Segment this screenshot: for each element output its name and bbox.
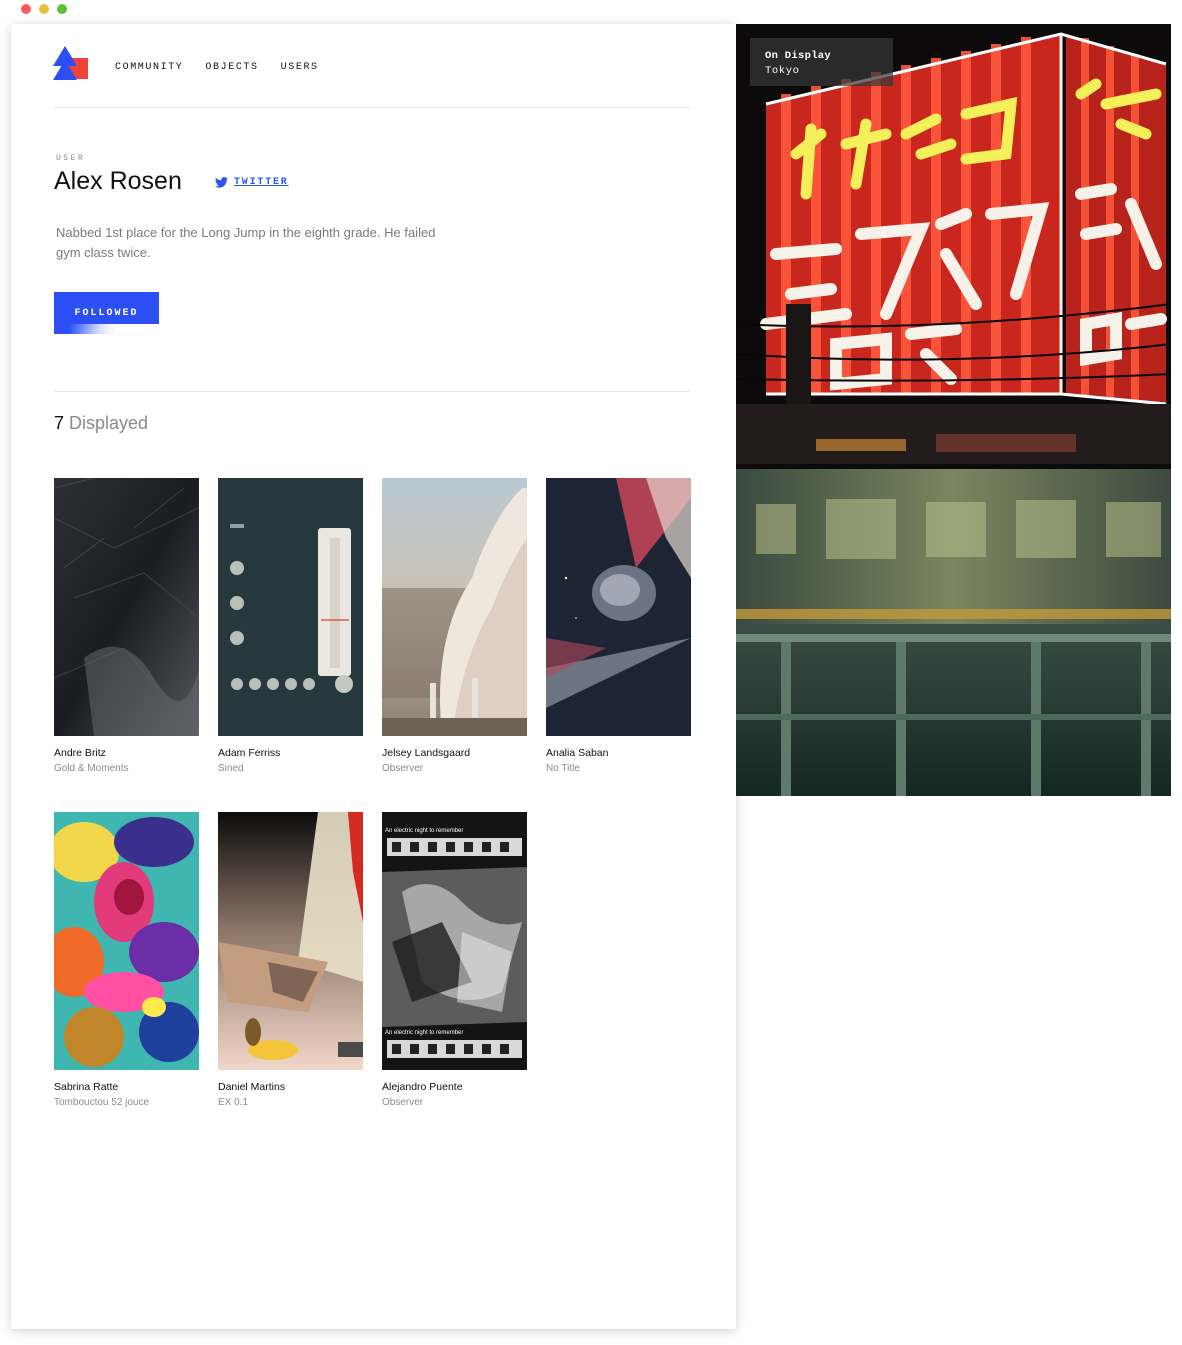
artwork-card[interactable]: Adam Ferriss Sined: [218, 478, 363, 774]
twitter-label: TWITTER: [234, 177, 289, 188]
artist-name: Jelsey Landsgaard: [382, 747, 471, 759]
artwork-thumbnail[interactable]: [382, 478, 527, 736]
twitter-link[interactable]: TWITTER: [215, 177, 289, 188]
artwork-thumbnail[interactable]: [54, 812, 199, 1070]
nav-objects[interactable]: OBJECTS: [205, 62, 258, 73]
twitter-bird-icon: [215, 177, 228, 188]
artwork-card[interactable]: Analia Saban No Title: [546, 478, 691, 774]
artwork-thumbnail[interactable]: [54, 478, 199, 736]
poster-caption-top: An electric night to remember: [385, 828, 463, 834]
user-bio: Nabbed 1st place for the Long Jump in th…: [56, 225, 436, 260]
artist-name: Adam Ferriss: [218, 747, 281, 759]
on-display-badge: On Display Tokyo: [750, 38, 893, 86]
follow-button[interactable]: FOLLOWED: [54, 292, 159, 334]
artwork-thumbnail[interactable]: [218, 478, 363, 736]
section-divider: [54, 391, 690, 392]
artwork-title: EX 0.1: [218, 1097, 249, 1108]
minimize-window-button[interactable]: [39, 4, 49, 14]
brand-logo-icon[interactable]: [53, 46, 89, 80]
main-nav: COMMUNITY OBJECTS USERS: [115, 62, 319, 73]
nav-users[interactable]: USERS: [281, 62, 319, 73]
artist-name: Andre Britz: [54, 747, 106, 759]
badge-location: Tokyo: [765, 65, 800, 77]
artist-name: Sabrina Ratte: [54, 1081, 119, 1093]
artwork-title: No Title: [546, 763, 580, 774]
artwork-title: Observer: [382, 1097, 424, 1108]
artwork-card[interactable]: Sabrina Ratte Tombouctou 52 jouce: [54, 812, 199, 1108]
displayed-count-number: 7: [54, 413, 65, 433]
artist-name: Analia Saban: [546, 747, 609, 759]
artwork-title: Observer: [382, 763, 424, 774]
displayed-count: 7 Displayed: [54, 413, 148, 434]
artwork-thumbnail[interactable]: [218, 812, 363, 1070]
artwork-card[interactable]: Jelsey Landsgaard Observer: [382, 478, 527, 774]
artwork-title: Tombouctou 52 jouce: [54, 1097, 150, 1108]
artist-name: Alejandro Puente: [382, 1081, 463, 1093]
artwork-card[interactable]: An electric night to remember An electri…: [382, 812, 527, 1108]
badge-title: On Display: [765, 50, 832, 62]
poster-caption-bottom: An electric night to remember: [385, 1030, 463, 1036]
artist-name: Daniel Martins: [218, 1081, 286, 1093]
artwork-thumbnail[interactable]: An electric night to remember An electri…: [382, 812, 527, 1070]
artwork-thumbnail[interactable]: [546, 478, 691, 736]
artwork-card[interactable]: Andre Britz Gold & Moments: [54, 478, 199, 774]
window-controls: [21, 4, 67, 14]
maximize-window-button[interactable]: [57, 4, 67, 14]
header-divider: [54, 107, 690, 108]
tokyo-neon-photo: [736, 24, 1171, 796]
displayed-count-label: Displayed: [69, 413, 149, 433]
follow-button-label: FOLLOWED: [74, 307, 139, 319]
artwork-title: Sined: [218, 763, 244, 774]
artwork-title: Gold & Moments: [54, 763, 129, 774]
section-label: USER: [56, 154, 86, 163]
artwork-card[interactable]: Daniel Martins EX 0.1: [218, 812, 363, 1108]
profile-page: COMMUNITY OBJECTS USERS USER Alex Rosen …: [11, 24, 736, 1329]
user-name: Alex Rosen: [54, 167, 182, 195]
featured-display-image[interactable]: On Display Tokyo: [736, 24, 1171, 796]
close-window-button[interactable]: [21, 4, 31, 14]
nav-community[interactable]: COMMUNITY: [115, 62, 183, 73]
artwork-grid: Andre Britz Gold & Moments Adam Ferriss …: [54, 478, 714, 1108]
button-sweep: [54, 324, 159, 334]
